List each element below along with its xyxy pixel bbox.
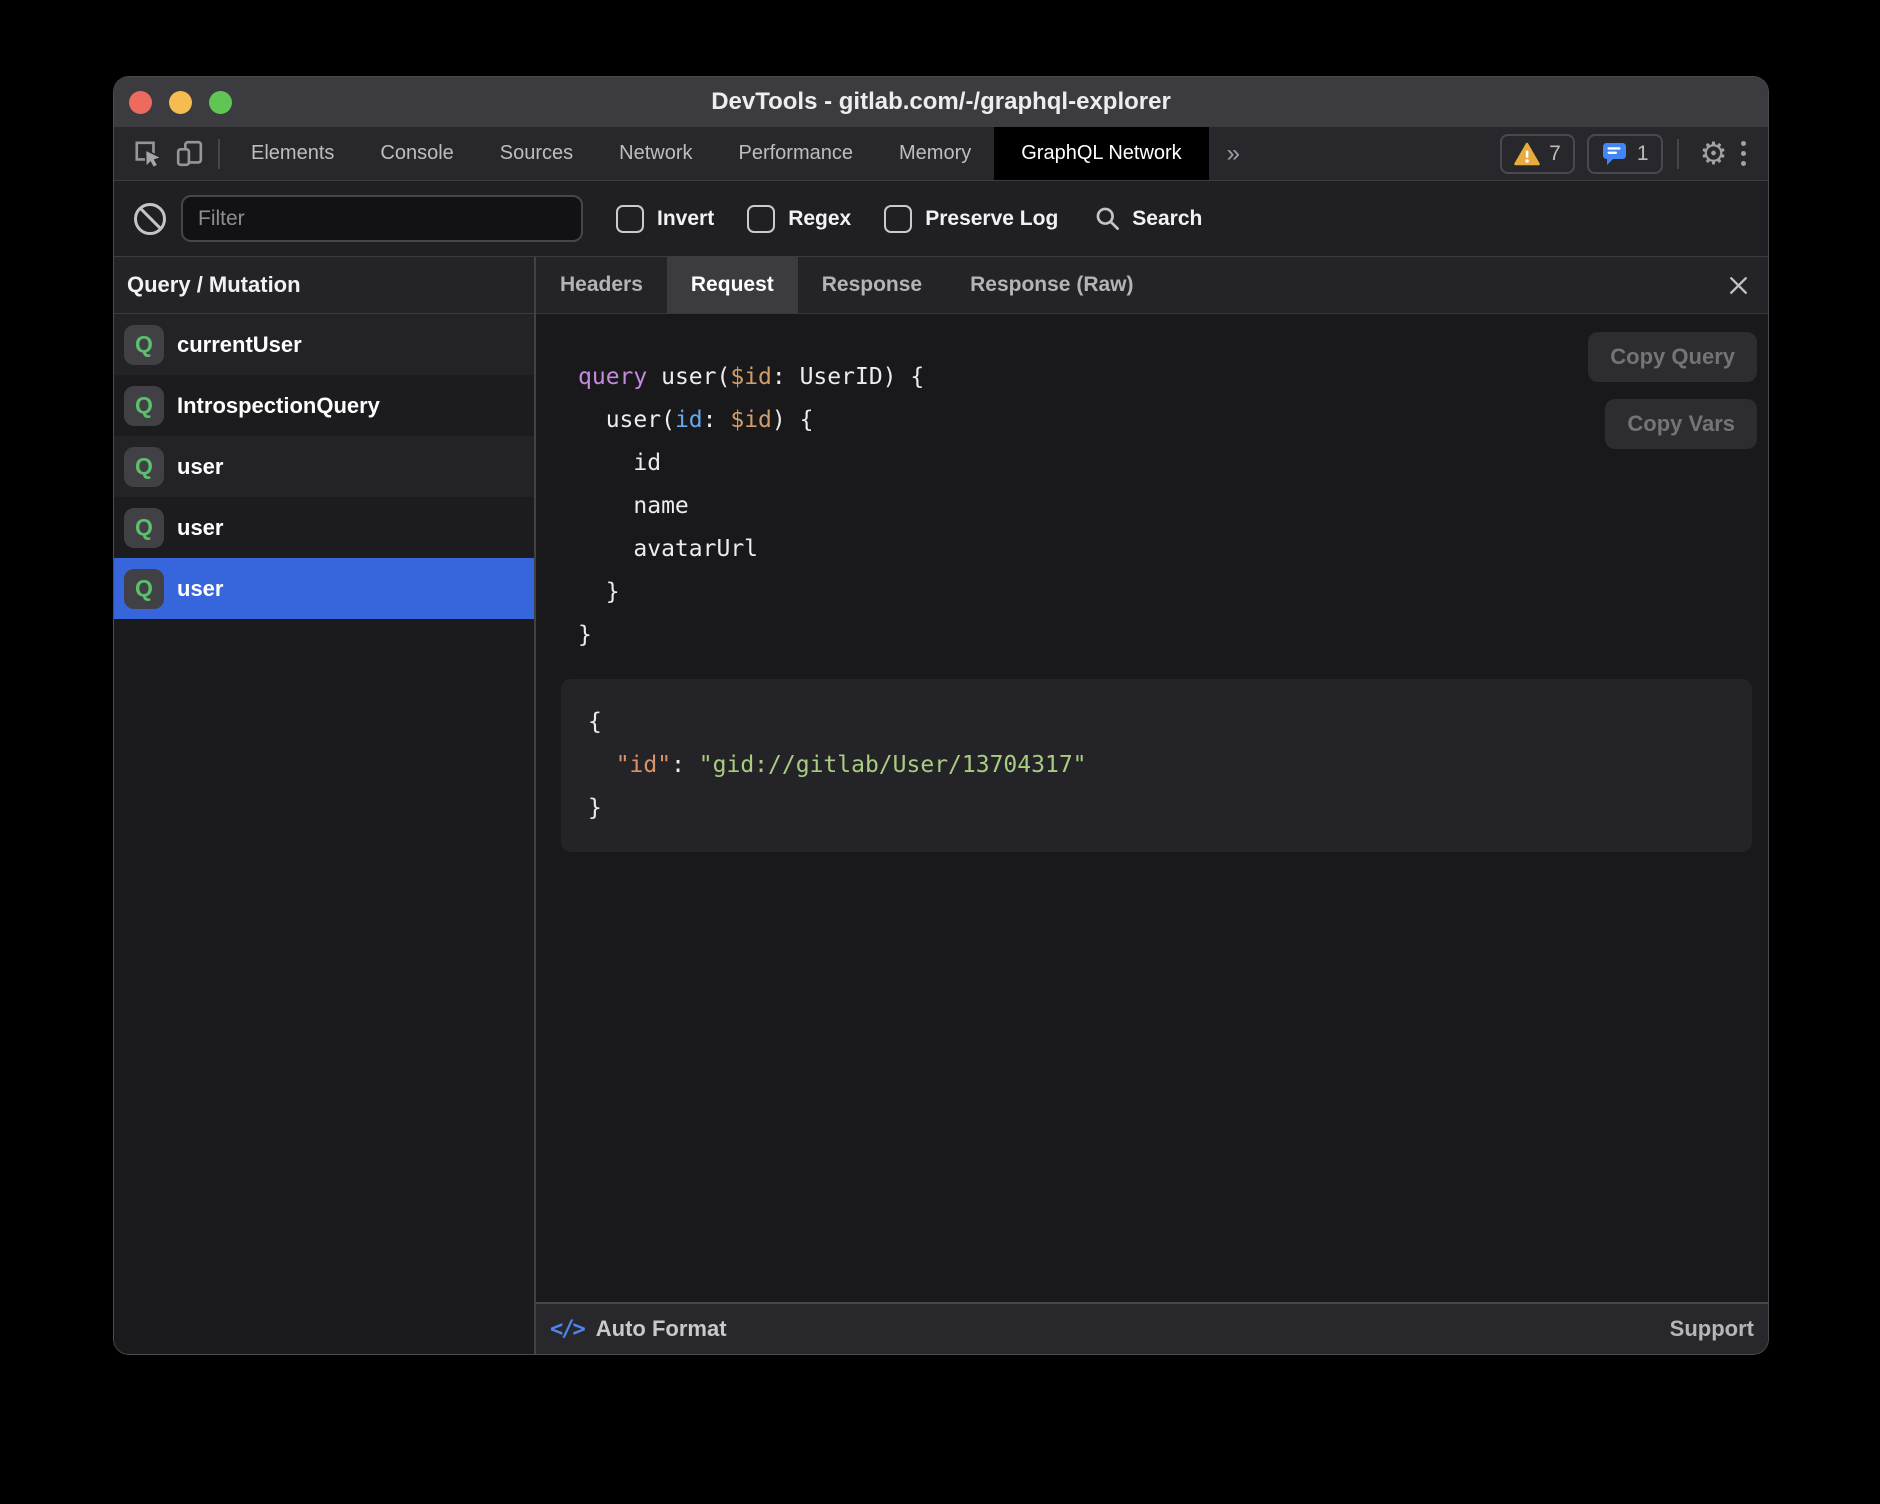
tab-performance[interactable]: Performance — [716, 127, 877, 180]
query-type-badge: Q — [124, 325, 164, 365]
copy-query-button[interactable]: Copy Query — [1588, 332, 1757, 382]
invert-checkbox[interactable]: Invert — [616, 205, 714, 233]
checkbox-label: Invert — [657, 207, 714, 231]
query-list-item-selected[interactable]: Q user — [114, 558, 534, 619]
checkbox-label: Preserve Log — [925, 207, 1058, 231]
code-format-icon: </> — [550, 1317, 584, 1342]
tab-headers[interactable]: Headers — [536, 257, 667, 313]
query-type-badge: Q — [124, 447, 164, 487]
filter-input[interactable] — [181, 195, 583, 242]
request-content: query user($id: UserID) { user(id: $id) … — [536, 314, 1768, 1302]
search-label: Search — [1132, 207, 1202, 231]
warning-triangle-icon — [1514, 142, 1540, 166]
warnings-badge[interactable]: 7 — [1500, 134, 1575, 174]
tab-sources[interactable]: Sources — [477, 127, 596, 180]
code-line: avatarUrl — [578, 528, 1768, 571]
code-line: "id": "gid://gitlab/User/13704317" — [588, 744, 1725, 787]
issues-count: 1 — [1637, 142, 1649, 166]
query-list-item[interactable]: Q IntrospectionQuery — [114, 375, 534, 436]
request-detail-panel: Headers Request Response Response (Raw) … — [536, 257, 1768, 1354]
message-bubble-icon — [1601, 141, 1628, 167]
query-name: currentUser — [177, 332, 302, 358]
tab-memory[interactable]: Memory — [876, 127, 994, 180]
kebab-menu-icon[interactable] — [1741, 141, 1747, 167]
query-list-item[interactable]: Q user — [114, 436, 534, 497]
detail-tab-bar: Headers Request Response Response (Raw) — [536, 257, 1768, 314]
regex-checkbox[interactable]: Regex — [747, 205, 851, 233]
support-link[interactable]: Support — [1670, 1316, 1754, 1342]
close-detail-icon[interactable] — [1727, 274, 1750, 297]
query-name: user — [177, 515, 223, 541]
copy-vars-button[interactable]: Copy Vars — [1605, 399, 1757, 449]
checkbox-box[interactable] — [616, 205, 644, 233]
checkbox-box[interactable] — [884, 205, 912, 233]
query-type-badge: Q — [124, 386, 164, 426]
inspect-element-icon[interactable] — [126, 127, 168, 180]
title-bar: DevTools - gitlab.com/-/graphql-explorer — [114, 77, 1768, 127]
tab-graphql-network[interactable]: GraphQL Network — [994, 127, 1208, 180]
clear-block-icon[interactable] — [134, 203, 166, 235]
query-type-badge: Q — [124, 508, 164, 548]
query-list-header: Query / Mutation — [114, 257, 534, 314]
toolbar-divider — [218, 139, 220, 169]
warnings-count: 7 — [1549, 142, 1561, 166]
query-name: user — [177, 576, 223, 602]
tab-elements[interactable]: Elements — [228, 127, 357, 180]
checkbox-box[interactable] — [747, 205, 775, 233]
query-list-item[interactable]: Q user — [114, 497, 534, 558]
search-icon — [1094, 205, 1121, 232]
code-line: } — [578, 614, 1768, 657]
filter-toolbar: Invert Regex Preserve Log Search — [114, 181, 1768, 257]
devtools-window: DevTools - gitlab.com/-/graphql-explorer… — [114, 77, 1768, 1354]
query-list-panel: Query / Mutation Q currentUser Q Introsp… — [114, 257, 534, 1354]
preserve-log-checkbox[interactable]: Preserve Log — [884, 205, 1058, 233]
query-type-badge: Q — [124, 569, 164, 609]
tab-response[interactable]: Response — [798, 257, 946, 313]
tab-response-raw[interactable]: Response (Raw) — [946, 257, 1157, 313]
checkbox-label: Regex — [788, 207, 851, 231]
device-toolbar-icon[interactable] — [168, 127, 210, 180]
toolbar-divider — [1677, 139, 1679, 169]
code-line: { — [588, 701, 1725, 744]
query-name: user — [177, 454, 223, 480]
window-title: DevTools - gitlab.com/-/graphql-explorer — [114, 88, 1768, 116]
code-line: name — [578, 485, 1768, 528]
query-name: IntrospectionQuery — [177, 393, 380, 419]
code-line: } — [588, 787, 1725, 830]
issues-badge[interactable]: 1 — [1587, 134, 1663, 174]
graphql-query-code: query user($id: UserID) { user(id: $id) … — [536, 314, 1768, 657]
detail-footer: </> Auto Format Support — [536, 1302, 1768, 1354]
devtools-tab-bar: Elements Console Sources Network Perform… — [114, 127, 1768, 181]
tab-console[interactable]: Console — [357, 127, 476, 180]
tab-network[interactable]: Network — [596, 127, 715, 180]
auto-format-button[interactable]: Auto Format — [596, 1316, 727, 1342]
code-line: } — [578, 571, 1768, 614]
more-tabs-chevron-icon[interactable]: » — [1209, 140, 1258, 168]
query-list-item[interactable]: Q currentUser — [114, 314, 534, 375]
main-area: Query / Mutation Q currentUser Q Introsp… — [114, 257, 1768, 1354]
copy-buttons: Copy Query Copy Vars — [1588, 332, 1757, 449]
tab-request[interactable]: Request — [667, 257, 798, 313]
settings-gear-icon[interactable]: ⚙ — [1693, 127, 1735, 180]
search-button[interactable]: Search — [1094, 205, 1202, 232]
query-variables-box: { "id": "gid://gitlab/User/13704317" } — [561, 679, 1752, 852]
